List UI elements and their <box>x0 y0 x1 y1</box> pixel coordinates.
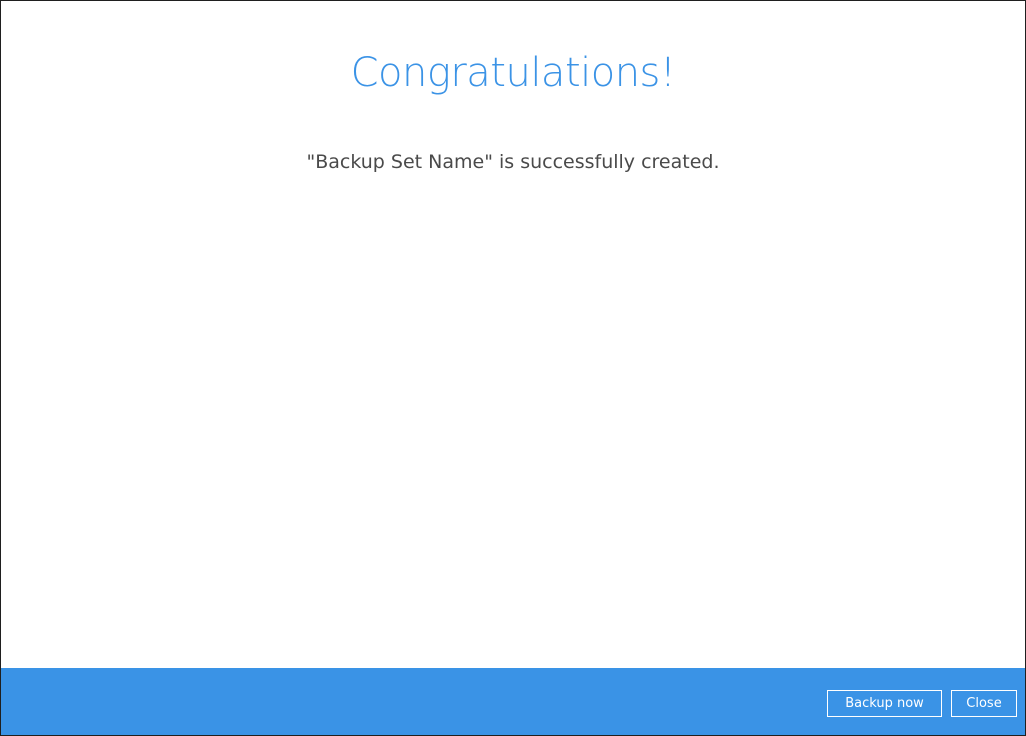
footer-bar: Backup now Close <box>1 668 1025 735</box>
backup-now-button[interactable]: Backup now <box>827 690 942 717</box>
close-button[interactable]: Close <box>951 690 1017 717</box>
page-title: Congratulations! <box>350 50 676 96</box>
success-message: "Backup Set Name" is successfully create… <box>306 151 720 173</box>
backup-set-created-dialog: Congratulations! "Backup Set Name" is su… <box>0 0 1026 736</box>
